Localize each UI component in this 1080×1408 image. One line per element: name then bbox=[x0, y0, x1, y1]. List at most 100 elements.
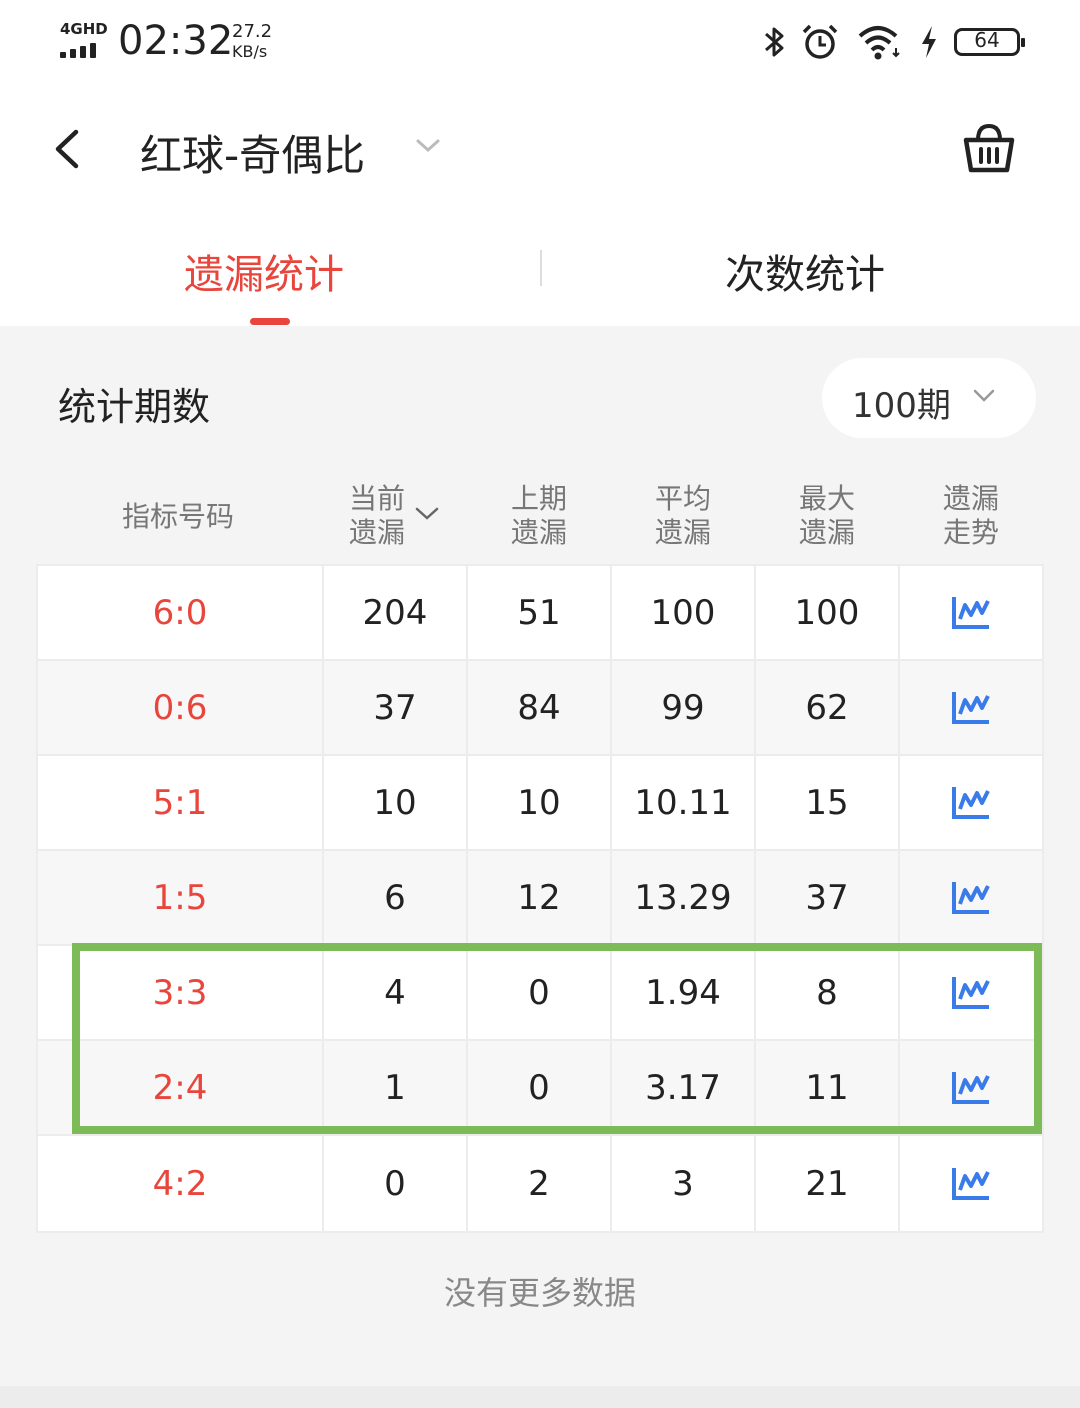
trend-chart-icon[interactable] bbox=[951, 975, 991, 1011]
trend-chart-icon[interactable] bbox=[951, 785, 991, 821]
average-omission-cell: 99 bbox=[612, 661, 756, 754]
trend-chart-icon[interactable] bbox=[951, 1070, 991, 1106]
average-omission-cell: 13.29 bbox=[612, 851, 756, 944]
trend-cell[interactable] bbox=[900, 566, 1042, 659]
previous-omission-cell: 2 bbox=[468, 1136, 612, 1231]
table-row: 6:0 204 51 100 100 bbox=[38, 566, 1042, 661]
tab-divider bbox=[540, 250, 542, 286]
trend-chart-icon[interactable] bbox=[951, 880, 991, 916]
wifi-icon bbox=[858, 26, 900, 60]
max-omission-cell: 21 bbox=[756, 1136, 900, 1231]
sort-chevron-icon[interactable] bbox=[414, 506, 440, 522]
table-row: 1:5 6 12 13.29 37 bbox=[38, 851, 1042, 946]
signal-indicator: 4GHD bbox=[60, 20, 108, 60]
column-header-line2: 遗漏 bbox=[654, 516, 711, 549]
current-omission-cell: 0 bbox=[324, 1136, 468, 1231]
previous-omission-cell: 0 bbox=[468, 1041, 612, 1134]
active-tab-indicator bbox=[250, 318, 290, 325]
bluetooth-icon bbox=[765, 27, 784, 57]
column-header-line2: 走势 bbox=[942, 516, 999, 549]
table-row: 5:1 10 10 10.11 15 bbox=[38, 756, 1042, 851]
charging-icon bbox=[922, 26, 936, 58]
no-more-data-text: 没有更多数据 bbox=[443, 1274, 636, 1312]
ratio-cell: 0:6 bbox=[38, 661, 324, 754]
signal-bars-icon bbox=[60, 42, 106, 58]
chevron-down-icon bbox=[973, 389, 995, 402]
current-omission-cell: 6 bbox=[324, 851, 468, 944]
chevron-down-icon[interactable] bbox=[414, 136, 442, 156]
max-omission-cell: 15 bbox=[756, 756, 900, 849]
current-omission-cell: 10 bbox=[324, 756, 468, 849]
average-omission-cell: 3 bbox=[612, 1136, 756, 1231]
alarm-icon bbox=[802, 24, 838, 59]
trend-cell[interactable] bbox=[900, 1041, 1042, 1134]
column-header-max: 最大 遗漏 bbox=[782, 482, 872, 550]
status-icons: 64 bbox=[760, 22, 1025, 62]
previous-omission-cell: 12 bbox=[468, 851, 612, 944]
column-header-line1: 当前 bbox=[348, 482, 405, 515]
back-arrow-icon[interactable] bbox=[48, 124, 88, 174]
max-omission-cell: 62 bbox=[756, 661, 900, 754]
column-header-line2: 遗漏 bbox=[798, 516, 855, 549]
column-header-average: 平均 遗漏 bbox=[638, 482, 728, 550]
network-speed: 27.2 KB/s bbox=[232, 22, 272, 62]
ratio-cell: 3:3 bbox=[38, 946, 324, 1039]
network-type: 4GHD bbox=[60, 20, 108, 38]
trend-chart-icon[interactable] bbox=[951, 595, 991, 631]
column-header-line1: 最大 bbox=[798, 482, 855, 515]
column-header-line1: 平均 bbox=[654, 482, 711, 515]
status-bar: 4GHD 02:32 27.2 KB/s 64 bbox=[0, 0, 1080, 90]
average-omission-cell: 10.11 bbox=[612, 756, 756, 849]
previous-omission-cell: 10 bbox=[468, 756, 612, 849]
basket-icon[interactable] bbox=[962, 120, 1016, 176]
ratio-cell: 2:4 bbox=[38, 1041, 324, 1134]
clock: 02:32 bbox=[118, 18, 234, 64]
tab-bar: 遗漏统计 次数统计 bbox=[0, 210, 1080, 326]
speed-value: 27.2 bbox=[232, 21, 273, 42]
average-omission-cell: 3.17 bbox=[612, 1041, 756, 1134]
trend-cell[interactable] bbox=[900, 661, 1042, 754]
period-dropdown[interactable]: 100期 bbox=[822, 358, 1036, 438]
max-omission-cell: 11 bbox=[756, 1041, 900, 1134]
current-omission-cell: 1 bbox=[324, 1041, 468, 1134]
ratio-cell: 1:5 bbox=[38, 851, 324, 944]
column-header-line1: 上期 bbox=[510, 482, 567, 515]
average-omission-cell: 1.94 bbox=[612, 946, 756, 1039]
bottom-divider bbox=[0, 1386, 1080, 1408]
column-header-line2: 遗漏 bbox=[510, 516, 567, 549]
page-title[interactable]: 红球-奇偶比 bbox=[140, 122, 365, 183]
tab-count-stats[interactable]: 次数统计 bbox=[725, 242, 885, 300]
current-omission-cell: 204 bbox=[324, 566, 468, 659]
ratio-cell: 6:0 bbox=[38, 566, 324, 659]
current-omission-cell: 37 bbox=[324, 661, 468, 754]
trend-chart-icon[interactable] bbox=[951, 1166, 991, 1202]
period-value: 100期 bbox=[852, 386, 951, 426]
tab-omission-stats[interactable]: 遗漏统计 bbox=[184, 242, 344, 300]
column-header-previous: 上期 遗漏 bbox=[494, 482, 584, 550]
current-omission-cell: 4 bbox=[324, 946, 468, 1039]
column-header-trend: 遗漏 走势 bbox=[926, 482, 1016, 550]
battery-icon: 64 bbox=[954, 28, 1025, 56]
ratio-cell: 5:1 bbox=[38, 756, 324, 849]
period-label: 统计期数 bbox=[58, 385, 211, 429]
column-header-line1: 遗漏 bbox=[942, 482, 999, 515]
trend-chart-icon[interactable] bbox=[951, 690, 991, 726]
table-row: 4:2 0 2 3 21 bbox=[38, 1136, 1042, 1231]
previous-omission-cell: 51 bbox=[468, 566, 612, 659]
trend-cell[interactable] bbox=[900, 946, 1042, 1039]
trend-cell[interactable] bbox=[900, 756, 1042, 849]
speed-unit: KB/s bbox=[232, 42, 268, 61]
table-row: 3:3 4 0 1.94 8 bbox=[38, 946, 1042, 1041]
omission-table: 6:0 204 51 100 100 0:6 37 84 99 62 5:1 1… bbox=[36, 564, 1044, 1233]
table-row: 2:4 1 0 3.17 11 bbox=[38, 1041, 1042, 1136]
app-header: 红球-奇偶比 bbox=[0, 90, 1080, 210]
battery-level: 64 bbox=[974, 28, 1000, 52]
table-row: 0:6 37 84 99 62 bbox=[38, 661, 1042, 756]
previous-omission-cell: 84 bbox=[468, 661, 612, 754]
previous-omission-cell: 0 bbox=[468, 946, 612, 1039]
column-header-line2: 遗漏 bbox=[348, 516, 405, 549]
trend-cell[interactable] bbox=[900, 1136, 1042, 1231]
column-header-indicator: 指标号码 bbox=[121, 500, 234, 533]
trend-cell[interactable] bbox=[900, 851, 1042, 944]
column-header-current[interactable]: 当前 遗漏 bbox=[332, 482, 422, 550]
